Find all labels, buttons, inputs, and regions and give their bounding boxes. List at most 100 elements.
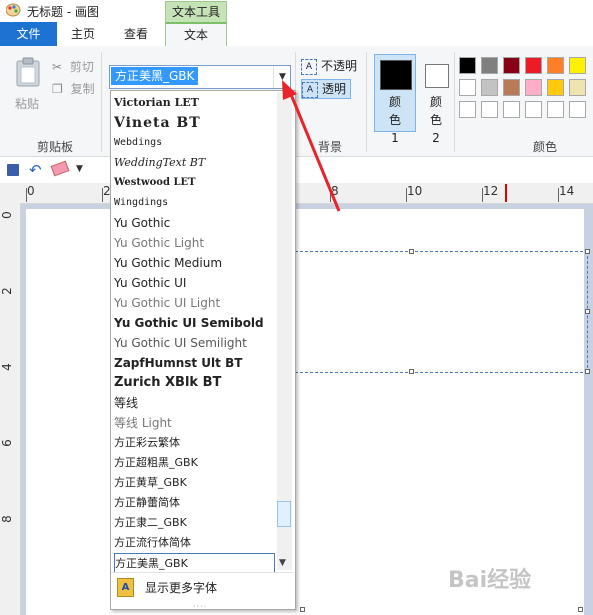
font-list-item[interactable]: 方正隶二_GBK xyxy=(114,513,274,533)
palette-swatch[interactable] xyxy=(547,79,564,96)
font-list-item[interactable]: ZapfHumnst Ult BT xyxy=(114,353,274,373)
ruler-tick xyxy=(482,188,483,202)
palette-swatch[interactable] xyxy=(459,57,476,74)
resize-handle[interactable] xyxy=(585,369,590,374)
font-folder-icon: A xyxy=(117,578,134,597)
cut-button[interactable]: ✂ 剪切 xyxy=(52,58,94,75)
paste-icon[interactable] xyxy=(14,57,42,87)
copy-icon: ❐ xyxy=(52,82,63,96)
palette-swatch[interactable] xyxy=(503,79,520,96)
qat-customize-icon[interactable]: ▼ xyxy=(76,164,83,174)
tab-text[interactable]: 文本 xyxy=(165,22,227,47)
transparent-icon: A xyxy=(302,81,318,98)
font-list-item[interactable]: 方正黄草_GBK xyxy=(114,473,274,493)
palette-swatch[interactable] xyxy=(481,79,498,96)
ruler-tick-label: 8 xyxy=(331,184,339,198)
font-list-item[interactable]: Yu Gothic xyxy=(114,213,274,233)
palette-swatch[interactable] xyxy=(503,101,520,118)
group-divider xyxy=(454,52,455,152)
vertical-ruler-labels: 0 2 4 6 8 xyxy=(0,204,20,614)
ruler-tick xyxy=(558,188,559,202)
ruler-tick xyxy=(330,188,331,202)
group-label-background: 背景 xyxy=(317,140,342,154)
tab-home[interactable]: 主页 xyxy=(57,22,109,46)
scroll-down-icon[interactable]: ▼ xyxy=(279,558,286,568)
font-list-item[interactable]: 等线 xyxy=(114,393,274,413)
ruler-tick xyxy=(26,188,27,202)
tab-file[interactable]: 文件 xyxy=(0,22,57,46)
font-list-item[interactable]: 方正超粗黑_GBK xyxy=(114,453,274,473)
palette-swatch[interactable] xyxy=(525,101,542,118)
opaque-option[interactable]: A 不透明 xyxy=(301,57,357,75)
paint-app-icon[interactable] xyxy=(5,3,21,17)
font-list-item[interactable]: Victorian LET xyxy=(114,93,274,113)
palette-swatch[interactable] xyxy=(569,101,586,118)
font-family-value[interactable]: 方正美黑_GBK xyxy=(111,67,199,85)
ruler-tick-label: 6 xyxy=(0,439,14,447)
show-more-fonts[interactable]: A 显示更多字体 xyxy=(111,572,293,601)
font-list-scrollbar[interactable] xyxy=(277,92,292,570)
font-list-item[interactable]: Yu Gothic Medium xyxy=(114,253,274,273)
palette-swatch[interactable] xyxy=(569,57,586,74)
scrollbar-thumb[interactable] xyxy=(277,501,291,527)
dropdown-grip-icon[interactable]: ···· xyxy=(193,602,207,611)
ruler-tick-label: 8 xyxy=(0,515,14,523)
font-list-item[interactable]: Zurich XBlk BT xyxy=(114,373,274,393)
resize-handle[interactable] xyxy=(585,309,590,314)
chevron-down-icon[interactable]: ▼ xyxy=(273,66,291,88)
color2-label[interactable]: 颜色 2 xyxy=(428,93,444,147)
font-list-item[interactable]: Yu Gothic UI Semibold xyxy=(114,313,274,333)
copy-button[interactable]: ❐ 复制 xyxy=(52,80,95,97)
tab-view[interactable]: 查看 xyxy=(109,22,163,46)
palette-swatch[interactable] xyxy=(459,79,476,96)
color1-swatch xyxy=(380,60,412,90)
font-list-item[interactable]: Yu Gothic UI Light xyxy=(114,293,274,313)
font-list-item[interactable]: Wingdings xyxy=(114,193,274,213)
copy-label: 复制 xyxy=(70,82,95,96)
save-icon[interactable] xyxy=(7,164,19,176)
font-list-item[interactable]: Yu Gothic UI xyxy=(114,273,274,293)
text-selection-box[interactable] xyxy=(290,251,588,373)
cut-label: 剪切 xyxy=(69,60,94,74)
font-list-item[interactable]: Westwood LET xyxy=(114,173,274,193)
group-divider xyxy=(366,52,367,152)
font-list-item[interactable]: 方正流行体简体 xyxy=(114,533,274,553)
resize-handle[interactable] xyxy=(585,249,590,254)
palette-swatch[interactable] xyxy=(481,57,498,74)
font-list-item[interactable]: 方正彩云繁体 xyxy=(114,433,274,453)
group-label-clipboard: 剪贴板 xyxy=(36,140,73,154)
font-list-item[interactable]: Vineta BT xyxy=(114,113,274,133)
resize-handle[interactable] xyxy=(409,249,414,254)
ruler-tick xyxy=(102,188,103,202)
undo-icon[interactable]: ↶ xyxy=(29,161,42,179)
canvas-resize-handle[interactable] xyxy=(300,607,305,612)
ruler-tick-label: 0 xyxy=(27,184,35,198)
palette-swatch[interactable] xyxy=(525,57,542,74)
palette-swatch[interactable] xyxy=(547,101,564,118)
window-title: 无标题 - 画图 xyxy=(27,5,99,19)
palette-swatch[interactable] xyxy=(525,79,542,96)
font-dropdown-list: Victorian LET Vineta BT Webdings WeddingTex… xyxy=(110,90,296,610)
font-list-item[interactable]: 方正美黑_GBK xyxy=(114,553,275,573)
watermark-logo: Bai经验 xyxy=(448,568,532,593)
paste-button[interactable]: 粘贴 xyxy=(15,95,39,112)
font-list-item[interactable]: Yu Gothic UI Semilight xyxy=(114,333,274,353)
ruler-tick-label: 14 xyxy=(559,184,575,198)
palette-swatch[interactable] xyxy=(569,79,586,96)
canvas-resize-handle[interactable] xyxy=(578,607,583,612)
font-list-item[interactable]: 方正静蕾简体 xyxy=(114,493,274,513)
font-list-item[interactable]: Yu Gothic Light xyxy=(114,233,274,253)
font-list-item[interactable]: WeddingText BT xyxy=(114,153,274,173)
palette-swatch[interactable] xyxy=(503,57,520,74)
ruler-tick-label: 0 xyxy=(0,211,14,219)
font-list-item[interactable]: 等线 Light xyxy=(114,413,274,433)
palette-swatch[interactable] xyxy=(459,101,476,118)
transparent-option[interactable]: A 透明 xyxy=(301,79,352,99)
resize-handle[interactable] xyxy=(409,369,414,374)
palette-swatch[interactable] xyxy=(547,57,564,74)
color2-swatch[interactable] xyxy=(425,64,449,88)
palette-swatch[interactable] xyxy=(481,101,498,118)
opaque-icon: A xyxy=(301,58,317,75)
font-list-item[interactable]: Webdings xyxy=(114,133,274,153)
group-divider xyxy=(101,52,102,152)
